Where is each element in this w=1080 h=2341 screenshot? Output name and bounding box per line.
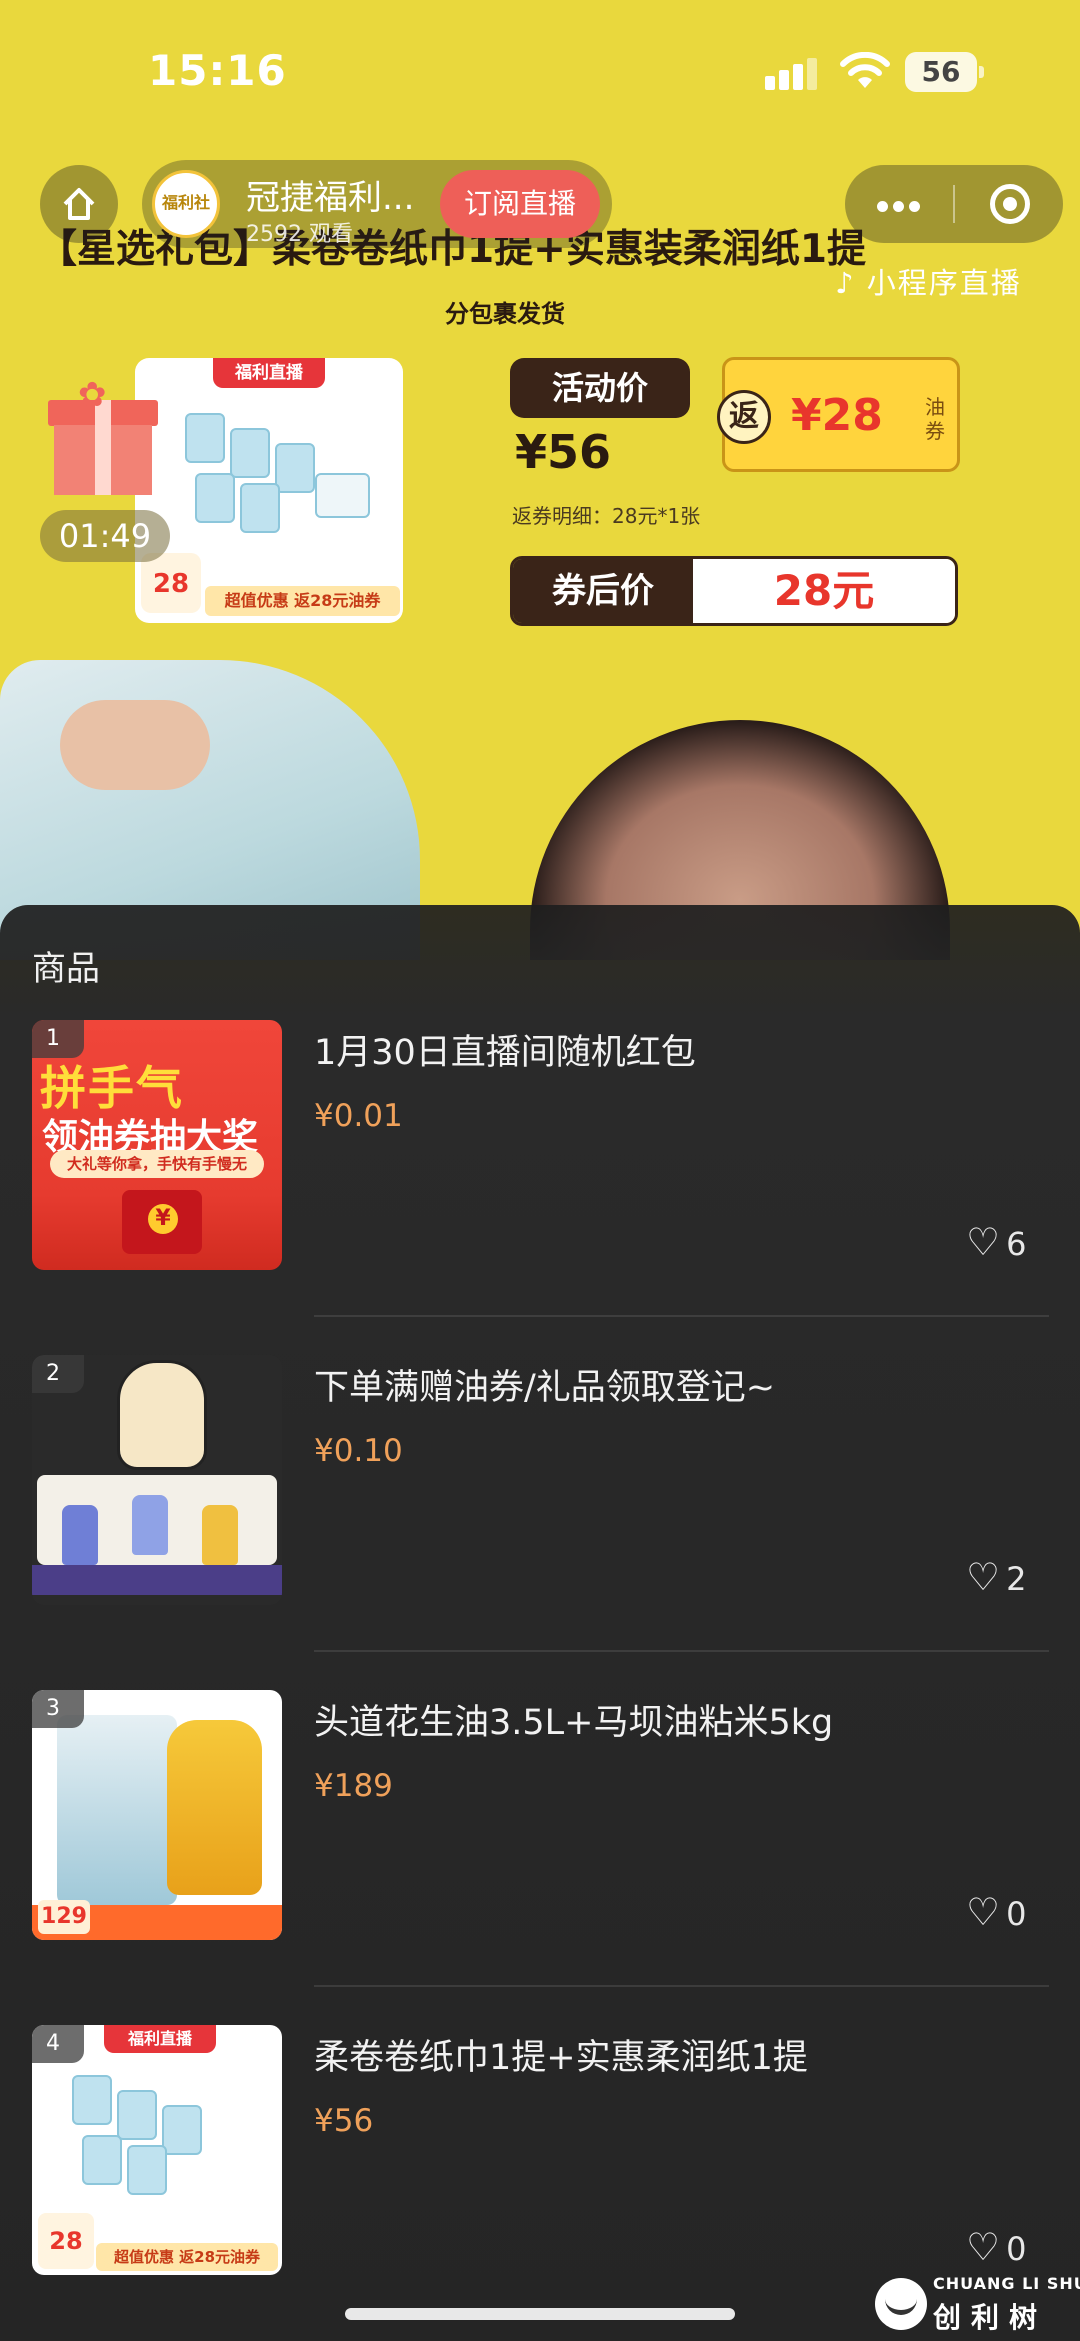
oil-bottle-image (167, 1720, 262, 1895)
activity-price: ¥56 (515, 425, 612, 479)
product-item[interactable]: 3 129 头道花生油3.5L+马坝油粘米5kg ¥189 ♡ 0 (0, 1690, 1080, 2025)
status-bar: 15:16 56 (0, 0, 1080, 150)
tissue-rolls-image (62, 2065, 262, 2205)
thumb-price: 129 (38, 1900, 90, 1934)
presenter-hand (60, 700, 210, 790)
product-name[interactable]: 下单满赠油券/礼品领取登记~ (314, 1359, 775, 1410)
product-thumbnail[interactable]: 3 129 (32, 1690, 282, 1940)
product-index: 4 (32, 2025, 84, 2063)
tissue-rolls-image (175, 403, 375, 543)
product-thumbnail[interactable]: 4 福利直播 28 超值优惠 返28元油券 (32, 2025, 282, 2275)
product-name[interactable]: 头道花生油3.5L+马坝油粘米5kg (314, 1694, 833, 1745)
host-view-count: 2592 观看 (246, 222, 353, 247)
product-price: ¥56 (314, 2103, 374, 2139)
home-icon (63, 188, 95, 220)
mini-program-live-label: ♪ 小程序直播 (835, 266, 1022, 300)
item-divider (314, 1650, 1049, 1652)
product-index: 2 (32, 1355, 84, 1393)
product-name[interactable]: 1月30日直播间随机红包 (314, 1024, 696, 1075)
watermark: CHUANG LI SHU 创利树 (875, 2270, 1080, 2334)
product-list-panel: 商品 1 拼手气 领油券抽大奖 大礼等你拿，手快有手慢无 1月30日直播间随机红… (0, 905, 1080, 2341)
heart-icon: ♡ (966, 1890, 1001, 1934)
subscribe-live-button[interactable]: 订阅直播 (440, 170, 600, 238)
card-tag: 福利直播 (213, 358, 325, 388)
more-icon[interactable] (877, 197, 925, 216)
red-envelope-icon (122, 1190, 202, 1254)
cellular-signal-icon (765, 58, 821, 90)
mini-program-capsule (845, 165, 1063, 243)
product-price: ¥189 (314, 1768, 393, 1804)
like-count: 0 (1006, 1895, 1027, 1933)
thumb-price-badge: 28 (38, 2213, 94, 2269)
wifi-icon (840, 52, 890, 88)
coupon-detail: 返券明细：28元*1张 (512, 504, 701, 528)
product-item[interactable]: 2 下单满赠油券/礼品领取登记~ ¥0.10 ♡ 2 (0, 1355, 1080, 1690)
product-item[interactable]: 1 拼手气 领油券抽大奖 大礼等你拿，手快有手慢无 1月30日直播间随机红包 ¥… (0, 1020, 1080, 1355)
activity-price-label: 活动价 (510, 358, 690, 418)
after-coupon-label: 券后价 (513, 559, 693, 623)
like-count: 2 (1006, 1560, 1027, 1598)
heart-icon: ♡ (966, 1220, 1001, 1264)
product-thumbnail[interactable]: 2 (32, 1355, 282, 1605)
coupon-return-mark: 返 (717, 390, 771, 444)
home-button[interactable] (40, 165, 118, 243)
home-indicator[interactable] (345, 2308, 735, 2320)
camel-mascot-image (117, 1360, 207, 1470)
like-count: 0 (1006, 2230, 1027, 2268)
product-name[interactable]: 柔卷卷纸巾1提+实惠柔润纸1提 (314, 2029, 808, 2080)
product-index: 3 (32, 1690, 84, 1728)
card-price-badge: 28 (141, 553, 201, 613)
capsule-divider (953, 185, 955, 223)
product-price: ¥0.01 (314, 1098, 403, 1134)
watermark-en: CHUANG LI SHU (933, 2274, 1080, 2293)
heart-icon: ♡ (966, 1555, 1001, 1599)
panel-title: 商品 (32, 949, 100, 989)
item-divider (314, 1985, 1049, 1987)
product-thumbnail[interactable]: 1 拼手气 领油券抽大奖 大礼等你拿，手快有手慢无 (32, 1020, 282, 1270)
like-button[interactable]: ♡ 6 (966, 1220, 1026, 1264)
gift-countdown-timer: 01:49 (40, 510, 170, 562)
banner-product-card: 福利直播 28 超值优惠 返28元油券 (135, 358, 403, 623)
coupon-ticket: 返 ¥28 油券 (717, 357, 960, 472)
coupon-unit: 油券 (925, 395, 945, 443)
thumb-pill: 大礼等你拿，手快有手慢无 (50, 1150, 264, 1178)
product-index: 1 (32, 1020, 84, 1058)
battery-indicator: 56 (905, 52, 984, 92)
after-coupon-price-bar: 券后价 28元 (510, 556, 958, 626)
after-coupon-value: 28元 (693, 559, 955, 623)
watermark-logo-icon (875, 2278, 927, 2330)
live-banner-subtitle: 分包裹发货 (445, 300, 565, 328)
host-avatar[interactable]: 福利社 (152, 170, 220, 238)
coupon-amount: ¥28 (791, 390, 883, 441)
card-bottom-bar: 超值优惠 返28元油券 (205, 586, 400, 616)
item-divider (314, 1315, 1049, 1317)
like-button[interactable]: ♡ 0 (966, 2225, 1026, 2269)
gift-box-icon[interactable]: ✿ (48, 375, 158, 495)
rice-bag-image (57, 1715, 177, 1905)
heart-icon: ♡ (966, 2225, 1001, 2269)
like-button[interactable]: ♡ 2 (966, 1555, 1026, 1599)
like-button[interactable]: ♡ 0 (966, 1890, 1026, 1934)
thumb-bottom-bar: 超值优惠 返28元油券 (96, 2243, 278, 2271)
close-mini-program-icon[interactable] (990, 184, 1030, 224)
host-name: 冠捷福利... (246, 178, 415, 218)
thumb-tag: 福利直播 (104, 2025, 216, 2053)
watermark-cn: 创利树 (933, 2301, 1048, 2334)
like-count: 6 (1006, 1225, 1027, 1263)
thumb-base (32, 1565, 282, 1595)
product-price: ¥0.10 (314, 1433, 403, 1469)
status-time: 15:16 (148, 46, 287, 95)
